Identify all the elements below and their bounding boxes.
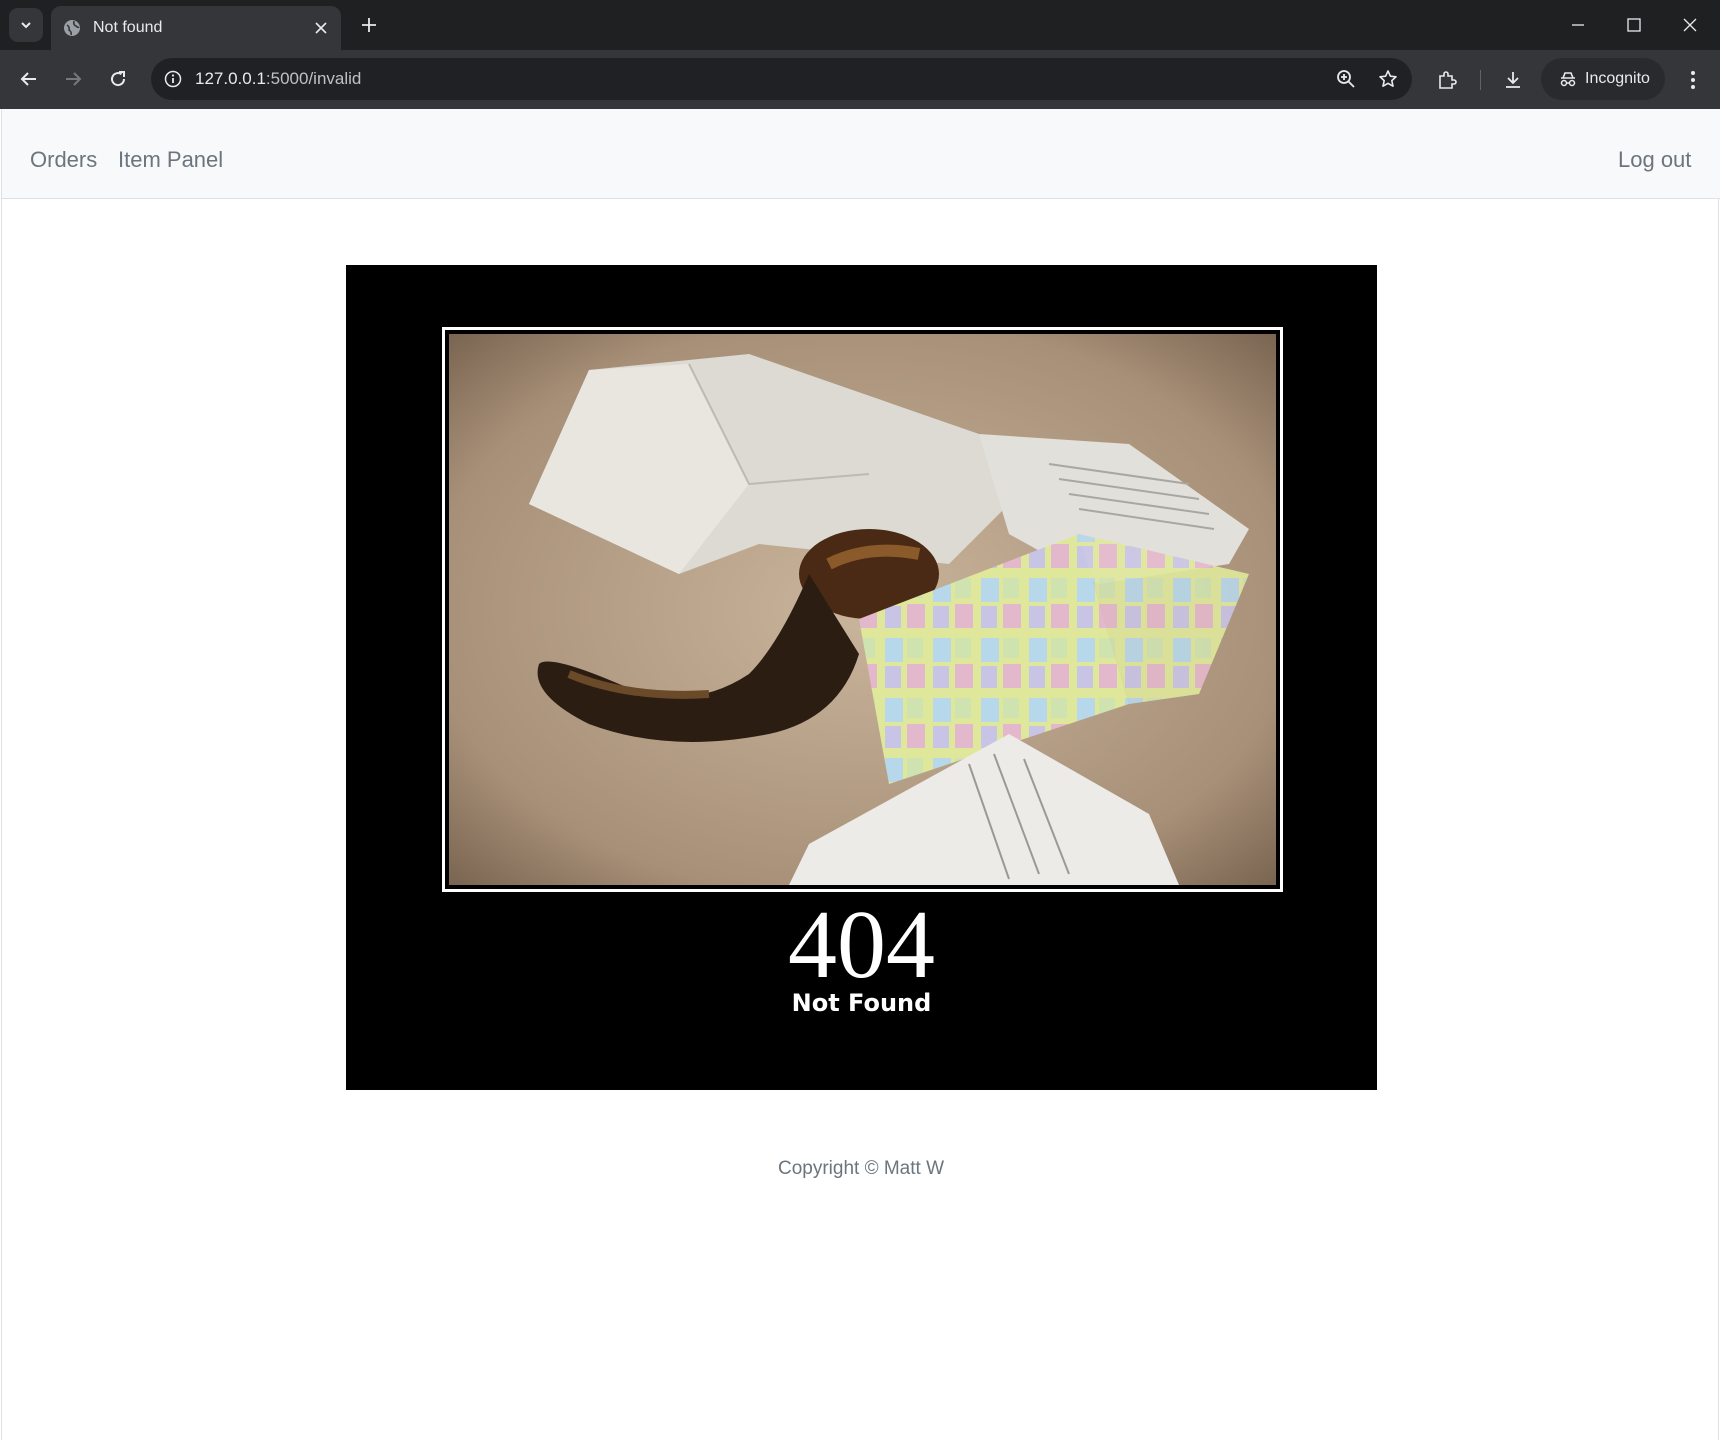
- more-menu-icon[interactable]: [1675, 62, 1711, 98]
- tab-strip: Not found: [0, 0, 1720, 50]
- footer-copyright: Copyright © Matt W: [777, 1158, 945, 1179]
- maximize-button[interactable]: [1606, 0, 1662, 50]
- url-path: :5000/invalid: [265, 69, 362, 88]
- incognito-badge[interactable]: Incognito: [1541, 58, 1665, 100]
- globe-icon: [63, 19, 81, 37]
- browser-toolbar: 127.0.0.1:5000/invalid Incognito: [0, 50, 1720, 109]
- error-message: Not Found: [791, 989, 932, 1017]
- nav-item-panel-link[interactable]: Item Panel: [118, 147, 223, 173]
- reload-icon: [111, 71, 126, 87]
- bookmark-star-icon[interactable]: [1370, 61, 1406, 97]
- site-navbar: Orders Item Panel Log out: [2, 109, 1720, 199]
- forward-button[interactable]: [56, 62, 90, 96]
- plus-icon: [362, 18, 376, 32]
- close-window-button[interactable]: [1662, 0, 1718, 50]
- nav-orders-link[interactable]: Orders: [30, 147, 97, 173]
- url-host: 127.0.0.1: [195, 69, 266, 88]
- arrow-left-icon: [20, 72, 36, 86]
- photo-frame: [442, 327, 1283, 892]
- reload-button[interactable]: [101, 62, 135, 96]
- new-tab-button[interactable]: [352, 8, 386, 42]
- close-icon: [1683, 18, 1697, 32]
- toolbar-divider: [1480, 70, 1481, 90]
- zoom-icon[interactable]: [1328, 61, 1364, 97]
- site-info-icon[interactable]: [155, 61, 191, 97]
- minimize-button[interactable]: [1550, 0, 1606, 50]
- nav-logout-link[interactable]: Log out: [1618, 147, 1691, 173]
- error-image: 404 Not Found: [346, 265, 1377, 1090]
- tab-title: Not found: [93, 19, 163, 36]
- chevron-down-icon: [21, 22, 31, 29]
- cat-in-paper-photo: [449, 334, 1276, 885]
- maximize-icon: [1627, 18, 1641, 32]
- url-text[interactable]: 127.0.0.1:5000/invalid: [195, 69, 1328, 89]
- extensions-icon[interactable]: [1429, 62, 1465, 98]
- minimize-icon: [1572, 24, 1584, 26]
- browser-tab[interactable]: Not found: [51, 6, 341, 50]
- close-tab-icon[interactable]: [307, 14, 335, 42]
- arrow-right-icon: [66, 72, 82, 86]
- error-code: 404: [788, 891, 935, 999]
- page-content: Orders Item Panel Log out 404 Not Found …: [1, 109, 1720, 1440]
- incognito-label: Incognito: [1585, 70, 1650, 87]
- back-button[interactable]: [12, 62, 46, 96]
- incognito-icon: [1560, 72, 1576, 87]
- tab-search-button[interactable]: [9, 8, 43, 42]
- download-icon[interactable]: [1495, 62, 1531, 98]
- address-bar[interactable]: 127.0.0.1:5000/invalid: [151, 58, 1412, 100]
